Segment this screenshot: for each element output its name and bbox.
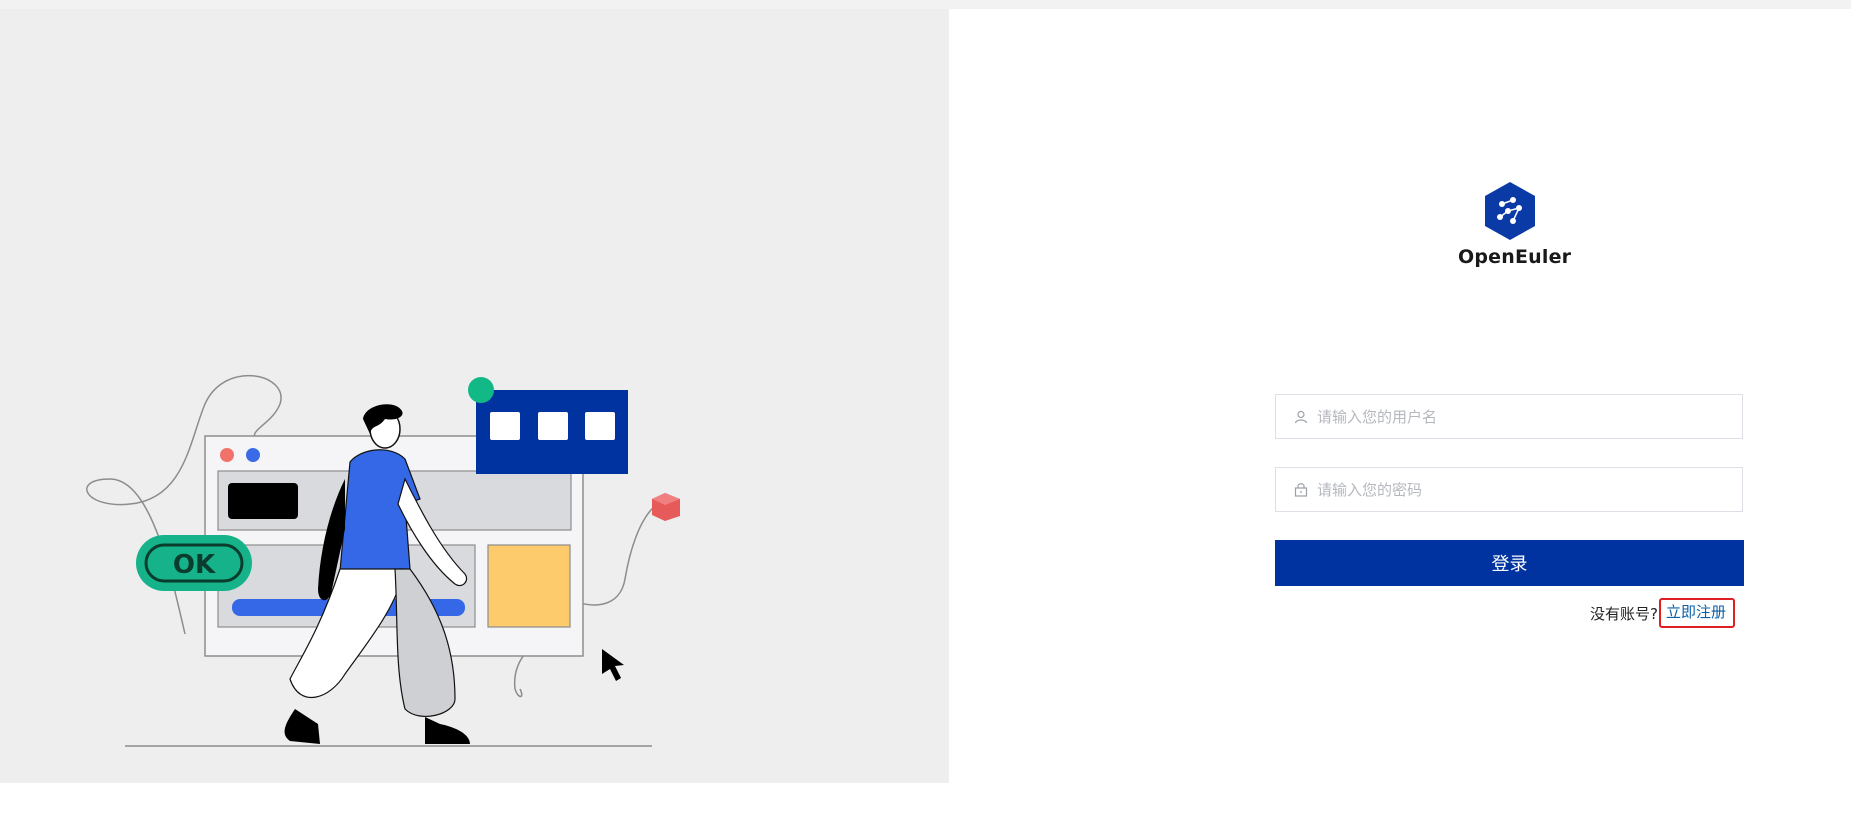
top-bar <box>0 0 1851 9</box>
password-input[interactable] <box>1317 468 1742 511</box>
login-button[interactable]: 登录 <box>1275 540 1744 586</box>
lock-icon <box>1293 482 1309 498</box>
brand-name: OpenEuler <box>1458 246 1572 268</box>
username-input[interactable] <box>1317 395 1742 438</box>
register-row: 没有账号? 立即注册 <box>1590 598 1735 628</box>
illustration-panel: OK <box>0 9 949 783</box>
password-field[interactable] <box>1275 467 1743 512</box>
brand-logo: OpenEuler <box>1458 180 1572 280</box>
no-account-text: 没有账号? <box>1590 604 1658 623</box>
ok-badge-text: OK <box>173 550 216 580</box>
register-link[interactable]: 立即注册 <box>1658 598 1735 628</box>
username-field[interactable] <box>1275 394 1743 439</box>
user-icon <box>1293 409 1309 425</box>
walking-person-illustration: OK <box>86 374 680 747</box>
openeuler-logo-icon <box>1485 182 1535 240</box>
